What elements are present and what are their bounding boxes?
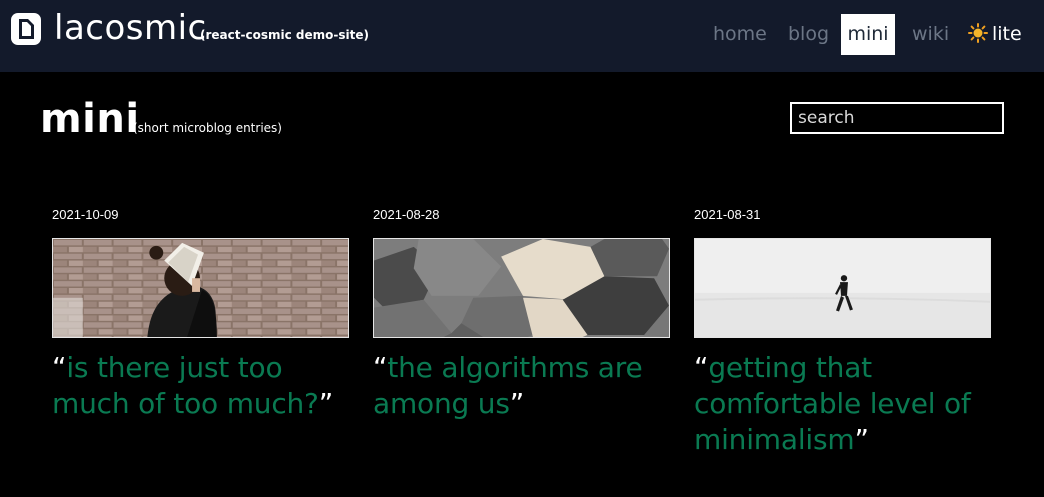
site-brand[interactable]: lacosmic bbox=[54, 8, 207, 48]
close-quote-mark: ” bbox=[854, 423, 869, 456]
top-navigation-bar: lacosmic (react-cosmic demo-site) home b… bbox=[0, 0, 1044, 72]
post-link[interactable]: is there just too much of too much? bbox=[52, 351, 319, 420]
nav-home-link[interactable]: home bbox=[713, 14, 767, 55]
site-brand-subtitle: (react-cosmic demo-site) bbox=[200, 28, 369, 42]
post-card: 2021-08-31 “getting that comfortable lev… bbox=[694, 207, 992, 458]
post-date: 2021-10-09 bbox=[52, 207, 119, 222]
post-date: 2021-08-31 bbox=[694, 207, 761, 222]
post-card: 2021-10-09 “is there just too much of to… bbox=[52, 207, 350, 422]
close-quote-mark: ” bbox=[318, 387, 334, 420]
theme-toggle-button[interactable]: lite bbox=[968, 14, 1022, 55]
nav-blog-link[interactable]: blog bbox=[788, 14, 829, 55]
post-thumbnail-woman-book[interactable] bbox=[52, 238, 349, 338]
close-quote-mark: ” bbox=[509, 387, 525, 420]
open-quote-mark: “ bbox=[52, 351, 67, 384]
sun-icon bbox=[968, 23, 988, 43]
post-quote: “is there just too much of too much?” bbox=[52, 350, 350, 422]
person-walking-snow-image bbox=[695, 239, 990, 337]
post-thumbnail-person-snow[interactable] bbox=[694, 238, 991, 338]
hexagon-tiles-image bbox=[374, 239, 669, 337]
post-thumbnail-hexagons[interactable] bbox=[373, 238, 670, 338]
open-quote-mark: “ bbox=[694, 351, 709, 384]
post-card: 2021-08-28 “the algorithms are among us” bbox=[373, 207, 671, 422]
open-quote-mark: “ bbox=[373, 351, 388, 384]
post-link[interactable]: the algorithms are among us bbox=[373, 351, 643, 420]
theme-toggle-label: lite bbox=[992, 23, 1022, 45]
post-date: 2021-08-28 bbox=[373, 207, 440, 222]
nav-mini-link[interactable]: mini bbox=[841, 14, 895, 55]
post-quote: “getting that comfortable level of minim… bbox=[694, 350, 992, 458]
post-quote: “the algorithms are among us” bbox=[373, 350, 671, 422]
search-input[interactable] bbox=[790, 102, 1004, 134]
woman-book-image bbox=[53, 239, 348, 337]
document-logo-icon[interactable] bbox=[10, 12, 42, 46]
page-title: mini bbox=[40, 96, 140, 142]
nav-wiki-link[interactable]: wiki bbox=[912, 14, 949, 55]
post-link[interactable]: getting that comfortable level of minima… bbox=[694, 351, 971, 456]
page-subtitle: (short microblog entries) bbox=[133, 121, 282, 135]
